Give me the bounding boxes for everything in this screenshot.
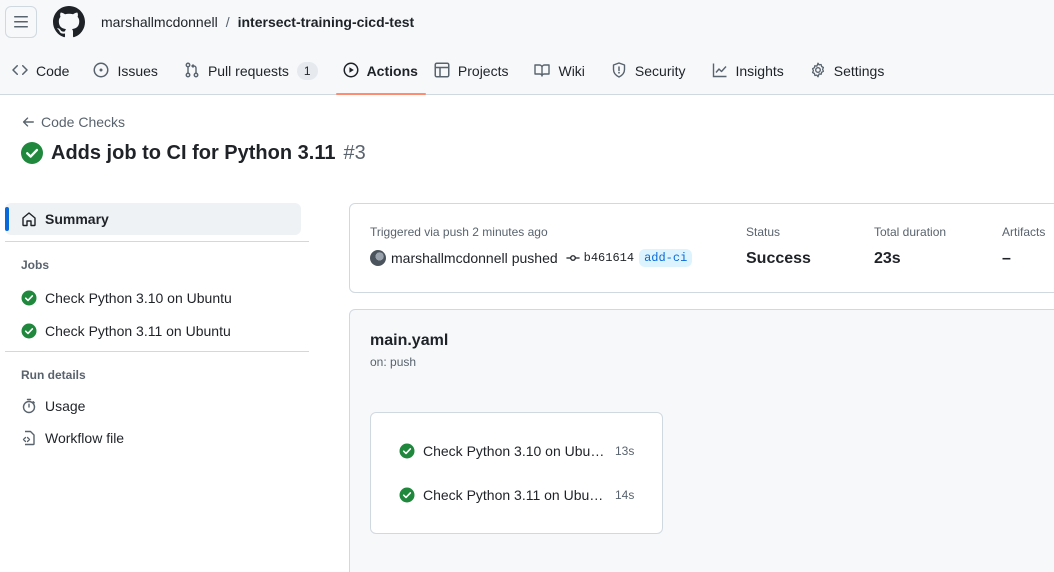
repo-header: marshallmcdonnell / intersect-training-c… <box>0 0 1054 95</box>
back-link-label: Code Checks <box>41 114 126 130</box>
shield-icon <box>612 62 626 78</box>
check-circle-fill-icon <box>399 487 415 503</box>
job-group-card: Check Python 3.10 on Ubuntu 13s Check Py… <box>370 412 663 534</box>
graph-job-duration: 14s <box>615 488 635 502</box>
triggered-text: Triggered via push 2 minutes ago <box>370 225 548 239</box>
repo-owner-link[interactable]: marshallmcdonnell <box>101 13 218 31</box>
artifacts-label: Artifacts <box>1002 225 1046 239</box>
sidebar-divider <box>5 241 309 242</box>
tab-actions[interactable]: Actions <box>335 52 427 95</box>
page-title: Adds job to CI for Python 3.11 #3 <box>21 141 366 165</box>
github-logo-icon[interactable] <box>53 6 85 38</box>
sidebar-job-label: Check Python 3.11 on Ubuntu <box>45 322 231 339</box>
tab-actions-label: Actions <box>366 63 418 79</box>
sidebar-job-label: Check Python 3.10 on Ubuntu <box>45 289 232 306</box>
workflow-file-name[interactable]: main.yaml <box>370 331 448 351</box>
run-summary-panel: Triggered via push 2 minutes ago marshal… <box>349 203 1054 293</box>
file-code-icon <box>22 430 35 446</box>
tab-security[interactable]: Security <box>611 52 686 94</box>
actor-link[interactable]: marshallmcdonnell <box>391 249 508 267</box>
run-details-heading: Run details <box>21 368 86 382</box>
branch-label[interactable]: add-ci <box>639 249 693 267</box>
book-icon <box>534 64 551 77</box>
arrow-left-icon <box>22 117 34 127</box>
graph-job-name: Check Python 3.11 on Ubuntu <box>423 487 607 503</box>
menu-button[interactable] <box>5 6 37 38</box>
stopwatch-icon <box>22 398 36 414</box>
issue-opened-icon <box>93 62 109 78</box>
artifacts-value: – <box>1002 250 1011 267</box>
sidebar-workflow-file-label: Workflow file <box>45 430 125 446</box>
gear-icon <box>811 62 824 78</box>
sidebar-job-item[interactable]: Check Python 3.10 on Ubuntu <box>5 281 309 314</box>
status-label: Status <box>746 225 781 239</box>
commit-link[interactable]: b461614 <box>566 249 634 267</box>
check-circle-fill-icon <box>399 443 415 459</box>
back-to-workflow-link[interactable]: Code Checks <box>21 113 125 131</box>
sidebar-item-workflow-file[interactable]: Workflow file <box>5 422 309 454</box>
play-icon <box>343 62 359 78</box>
tab-insights[interactable]: Insights <box>712 52 784 94</box>
check-circle-fill-icon <box>21 290 37 305</box>
tab-projects-label: Projects <box>457 63 509 79</box>
tab-issues-label: Issues <box>117 63 158 79</box>
graph-job-item[interactable]: Check Python 3.10 on Ubuntu 13s <box>399 442 639 460</box>
sidebar-usage-label: Usage <box>45 398 86 414</box>
tab-pull-requests[interactable]: Pull requests 1 <box>184 52 318 94</box>
run-title: Adds job to CI for Python 3.11 <box>51 142 336 164</box>
tab-security-label: Security <box>634 63 686 79</box>
run-number: #3 <box>343 142 366 164</box>
artifacts-stat: Artifacts – <box>1002 224 1045 269</box>
tab-code-label: Code <box>36 63 70 79</box>
avatar[interactable] <box>370 250 386 266</box>
check-circle-fill-icon <box>21 323 37 338</box>
push-info: marshallmcdonnell pushed b461614 add-ci <box>370 249 693 267</box>
duration-label: Total duration <box>874 225 947 239</box>
graph-job-item[interactable]: Check Python 3.11 on Ubuntu 14s <box>399 486 639 504</box>
table-icon <box>434 62 450 78</box>
sidebar-job-item[interactable]: Check Python 3.11 on Ubuntu <box>5 314 309 347</box>
git-pull-request-icon <box>185 62 199 78</box>
workflow-trigger: on: push <box>370 355 417 369</box>
git-commit-icon <box>566 255 580 261</box>
sidebar-item-summary[interactable]: Summary <box>5 203 301 235</box>
sidebar-item-usage[interactable]: Usage <box>5 390 309 422</box>
tab-insights-label: Insights <box>735 63 784 79</box>
run-sidebar: Summary Jobs Check Python 3.10 on Ubuntu… <box>5 203 309 454</box>
duration-value: 23s <box>874 250 901 267</box>
tab-code[interactable]: Code <box>12 52 69 94</box>
push-action: pushed <box>511 250 558 266</box>
repo-nav: Code Issues Pull requests 1 Actions Proj… <box>0 52 885 95</box>
tab-projects[interactable]: Projects <box>434 52 509 94</box>
hamburger-icon <box>14 16 28 28</box>
commit-sha: b461614 <box>583 251 635 265</box>
tab-settings-label: Settings <box>833 63 885 79</box>
check-circle-fill-icon <box>21 142 43 164</box>
jobs-heading: Jobs <box>21 258 50 272</box>
status-stat: Status Success <box>746 224 811 269</box>
home-icon <box>22 212 36 227</box>
tab-pull-requests-label: Pull requests <box>207 63 289 79</box>
duration-stat: Total duration 23s <box>874 224 946 269</box>
breadcrumb: marshallmcdonnell / intersect-training-c… <box>101 13 414 31</box>
tab-wiki-label: Wiki <box>558 63 585 79</box>
sidebar-summary-label: Summary <box>45 211 109 227</box>
workflow-graph-panel: main.yaml on: push Check Python 3.10 on … <box>349 309 1054 572</box>
tab-issues[interactable]: Issues <box>93 52 158 94</box>
tab-wiki[interactable]: Wiki <box>534 52 585 94</box>
graph-job-duration: 13s <box>615 444 635 458</box>
repo-name-link[interactable]: intersect-training-cicd-test <box>238 13 415 31</box>
pull-requests-counter: 1 <box>296 62 318 80</box>
sidebar-divider <box>5 351 309 352</box>
breadcrumb-separator: / <box>225 14 230 30</box>
graph-icon <box>712 63 727 78</box>
status-value: Success <box>746 250 811 267</box>
tab-settings[interactable]: Settings <box>810 52 885 94</box>
graph-job-name: Check Python 3.10 on Ubuntu <box>423 443 607 459</box>
code-icon <box>12 64 28 76</box>
